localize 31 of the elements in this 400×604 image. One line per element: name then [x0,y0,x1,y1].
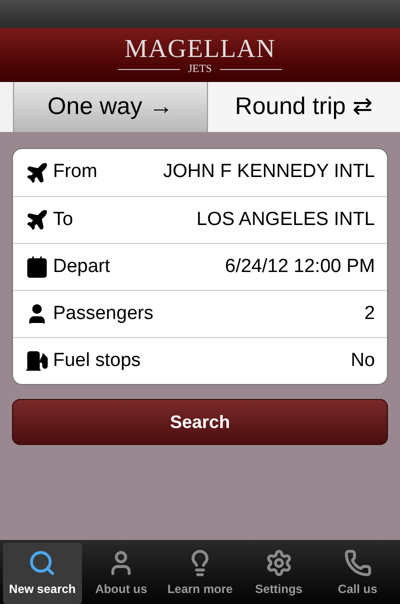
plane-icon [25,160,49,184]
field-label: From [53,160,98,184]
form-row[interactable]: Depart 6/24/12 12:00 PM [13,243,387,290]
field-label: Depart [53,254,110,279]
field-label: To [53,208,74,232]
field-value: LOS ANGELES INTL [196,208,375,232]
logo-tagline: JETS [188,64,212,74]
form-row[interactable]: Passengers 2 [13,290,387,337]
field-label: Fuel stops [53,348,141,373]
field-value: JOHN F KENNEDY INTL [163,160,375,184]
fuel-pump-icon [25,349,49,373]
tab-bar-item[interactable]: New search [3,543,82,604]
phone-icon [344,549,372,577]
form-row[interactable]: From JOHN F KENNEDY INTL [13,149,387,196]
plane-icon [25,208,49,232]
field-value: 6/24/12 12:00 PM [225,254,375,279]
form-row[interactable]: To LOS ANGELES INTL [13,196,387,243]
form-row[interactable]: Fuel stops No [13,337,387,384]
search-icon [28,549,56,577]
tab-bar-item[interactable]: Settings [239,543,318,604]
logo-name: MAGELLAN [124,36,276,62]
search-button[interactable]: Search [12,399,388,445]
calendar-icon [25,255,49,279]
field-value: 2 [364,302,375,326]
settings-icon [264,549,293,577]
trip-type-tab[interactable]: One way → [13,82,208,132]
field-value: No [350,348,375,373]
tab-bar-item[interactable]: Learn more [160,543,240,604]
tab-bar-item[interactable]: About us [82,543,161,604]
tab-bar-item[interactable]: Call us [318,543,397,604]
field-label: Passengers [53,302,154,326]
